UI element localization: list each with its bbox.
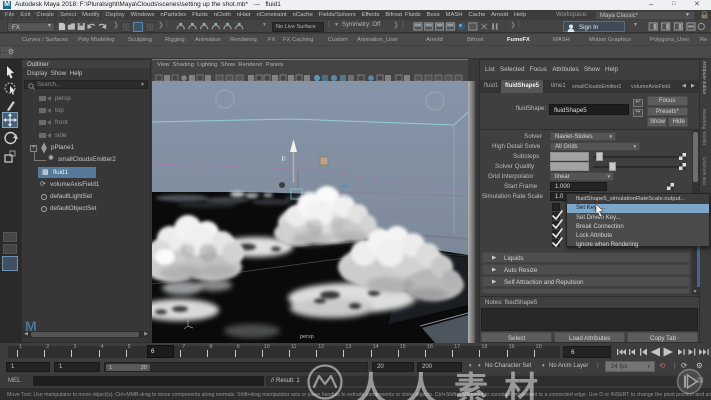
- svg-text:persp: persp: [300, 334, 314, 340]
